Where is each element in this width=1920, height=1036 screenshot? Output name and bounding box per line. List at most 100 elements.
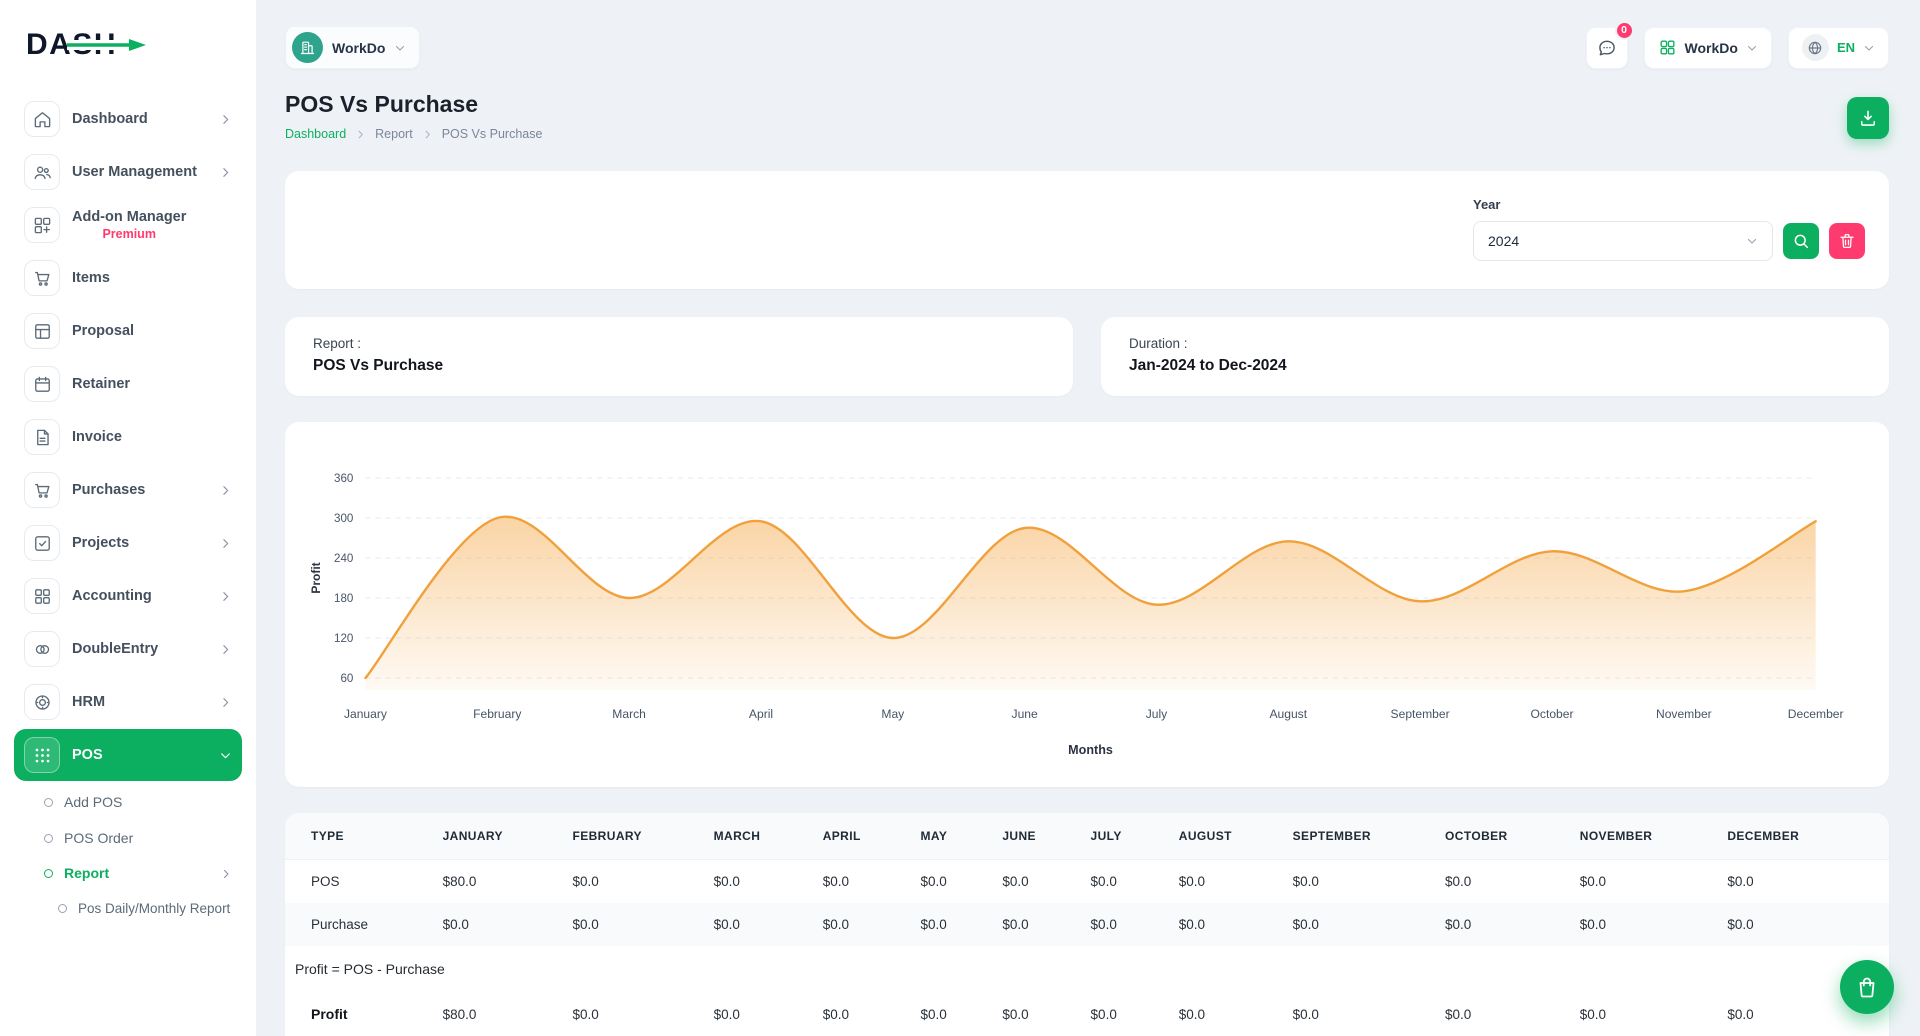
- table-cell: $0.0: [813, 903, 911, 946]
- download-icon: [1858, 108, 1878, 128]
- sidebar-item-user-management[interactable]: User Management: [14, 146, 242, 198]
- svg-text:180: 180: [334, 593, 353, 605]
- pos-cart-fab[interactable]: [1840, 960, 1894, 1014]
- table-cell: $0.0: [992, 992, 1080, 1036]
- table-header-cell: JUNE: [992, 813, 1080, 860]
- year-select[interactable]: 2024: [1473, 221, 1773, 261]
- page-head: POS Vs Purchase DashboardReportPOS Vs Pu…: [285, 91, 1889, 141]
- sidebar-item-label: Accounting: [72, 588, 152, 604]
- download-button[interactable]: [1847, 97, 1889, 139]
- language-code: EN: [1837, 40, 1855, 55]
- table-cell: $0.0: [992, 903, 1080, 946]
- language-selector[interactable]: EN: [1788, 27, 1889, 69]
- filter-group: Year 2024: [1473, 197, 1865, 261]
- summary-row: Report : POS Vs Purchase Duration : Jan-…: [285, 317, 1889, 396]
- filter-card: Year 2024: [285, 171, 1889, 289]
- table-header-cell: NOVEMBER: [1570, 813, 1718, 860]
- sidebar-item-items[interactable]: Items: [14, 252, 242, 304]
- chevron-right-icon: [219, 590, 232, 603]
- dot-icon: [58, 904, 67, 913]
- sidebar-item-invoice[interactable]: Invoice: [14, 411, 242, 463]
- sidebar-subitem-label: POS Order: [64, 830, 133, 848]
- sidebar-item-hrm[interactable]: HRM: [14, 676, 242, 728]
- page-title: POS Vs Purchase: [285, 91, 542, 118]
- sidebar-subitem-pos-order[interactable]: POS Order: [12, 821, 244, 857]
- table-cell: $0.0: [704, 860, 813, 904]
- table-cell: $0.0: [1717, 903, 1889, 946]
- sidebar-subitem-pos-daily-monthly-report[interactable]: Pos Daily/Monthly Report: [12, 892, 244, 927]
- trash-icon: [1838, 232, 1856, 250]
- sidebar-item-label: Invoice: [72, 429, 122, 445]
- apps-menu-button[interactable]: WorkDo: [1644, 27, 1772, 69]
- table-header-cell: DECEMBER: [1717, 813, 1889, 860]
- sidebar-item-add-on-manager[interactable]: Add-on ManagerPremium: [14, 199, 242, 251]
- svg-text:60: 60: [340, 673, 353, 685]
- sidebar-subitem-report[interactable]: Report: [12, 856, 244, 892]
- profit-formula-row: Profit = POS - Purchase: [285, 946, 1889, 992]
- chevron-down-icon: [219, 749, 232, 762]
- chevron-right-icon: [220, 868, 232, 880]
- sidebar-subitem-label: Add POS: [64, 794, 122, 812]
- profit-formula-text: Profit = POS - Purchase: [285, 946, 1889, 992]
- dot-icon: [44, 798, 53, 807]
- apply-filter-button[interactable]: [1783, 223, 1819, 259]
- apps-grid-icon: [1658, 38, 1677, 57]
- sidebar-item-label: Proposal: [72, 323, 134, 339]
- reset-filter-button[interactable]: [1829, 223, 1865, 259]
- table-cell: $80.0: [433, 992, 563, 1036]
- chevron-right-icon: [219, 643, 232, 656]
- table-header-cell: JULY: [1081, 813, 1169, 860]
- table-row-purchase: Purchase$0.0$0.0$0.0$0.0$0.0$0.0$0.0$0.0…: [285, 903, 1889, 946]
- messages-button[interactable]: 0: [1586, 27, 1628, 69]
- addon-icon: [24, 207, 60, 243]
- sidebar-item-retainer[interactable]: Retainer: [14, 358, 242, 410]
- table-cell: $0.0: [1435, 992, 1570, 1036]
- sidebar-item-proposal[interactable]: Proposal: [14, 305, 242, 357]
- table-cell: $0.0: [1081, 903, 1169, 946]
- table-header-row: TYPEJANUARYFEBRUARYMARCHAPRILMAYJUNEJULY…: [285, 813, 1889, 860]
- svg-text:April: April: [749, 707, 773, 721]
- premium-badge: Premium: [72, 227, 186, 241]
- table-header-cell: MAY: [911, 813, 993, 860]
- doubleentry-icon: [24, 631, 60, 667]
- app-logo[interactable]: DASH: [26, 28, 117, 62]
- row-type-cell: Profit: [285, 992, 433, 1036]
- svg-text:June: June: [1012, 707, 1039, 721]
- sidebar-item-projects[interactable]: Projects: [14, 517, 242, 569]
- table-cell: $80.0: [433, 860, 563, 904]
- report-label: Report :: [313, 336, 1045, 351]
- pos-icon: [24, 737, 60, 773]
- report-table: TYPEJANUARYFEBRUARYMARCHAPRILMAYJUNEJULY…: [285, 813, 1889, 1036]
- breadcrumb-item-report: Report: [375, 127, 413, 141]
- svg-text:November: November: [1656, 707, 1712, 721]
- sidebar-item-label: Projects: [72, 535, 129, 551]
- workspace-switcher[interactable]: WorkDo: [285, 26, 420, 69]
- svg-text:October: October: [1531, 707, 1574, 721]
- table-cell: $0.0: [1169, 992, 1283, 1036]
- report-table-card: TYPEJANUARYFEBRUARYMARCHAPRILMAYJUNEJULY…: [285, 813, 1889, 1036]
- sidebar-item-purchases[interactable]: Purchases: [14, 464, 242, 516]
- dot-icon: [44, 834, 53, 843]
- table-cell: $0.0: [1570, 860, 1718, 904]
- sidebar-item-accounting[interactable]: Accounting: [14, 570, 242, 622]
- table-cell: $0.0: [1283, 903, 1435, 946]
- sidebar-item-doubleentry[interactable]: DoubleEntry: [14, 623, 242, 675]
- chevron-right-icon: [219, 484, 232, 497]
- sidebar-item-pos[interactable]: POS: [14, 729, 242, 781]
- year-label: Year: [1473, 197, 1773, 212]
- table-cell: $0.0: [911, 903, 993, 946]
- purchases-icon: [24, 472, 60, 508]
- table-cell: $0.0: [562, 992, 703, 1036]
- svg-text:February: February: [473, 707, 521, 721]
- sidebar-subitem-add-pos[interactable]: Add POS: [12, 785, 244, 821]
- svg-text:300: 300: [334, 513, 353, 525]
- svg-text:January: January: [344, 707, 387, 721]
- shopping-bag-icon: [1855, 975, 1879, 999]
- table-cell: $0.0: [704, 903, 813, 946]
- sidebar-item-label: Dashboard: [72, 111, 148, 127]
- duration-label: Duration :: [1129, 336, 1861, 351]
- table-cell: $0.0: [1717, 860, 1889, 904]
- table-cell: $0.0: [1435, 860, 1570, 904]
- sidebar-item-dashboard[interactable]: Dashboard: [14, 93, 242, 145]
- breadcrumb-item-dashboard[interactable]: Dashboard: [285, 127, 346, 141]
